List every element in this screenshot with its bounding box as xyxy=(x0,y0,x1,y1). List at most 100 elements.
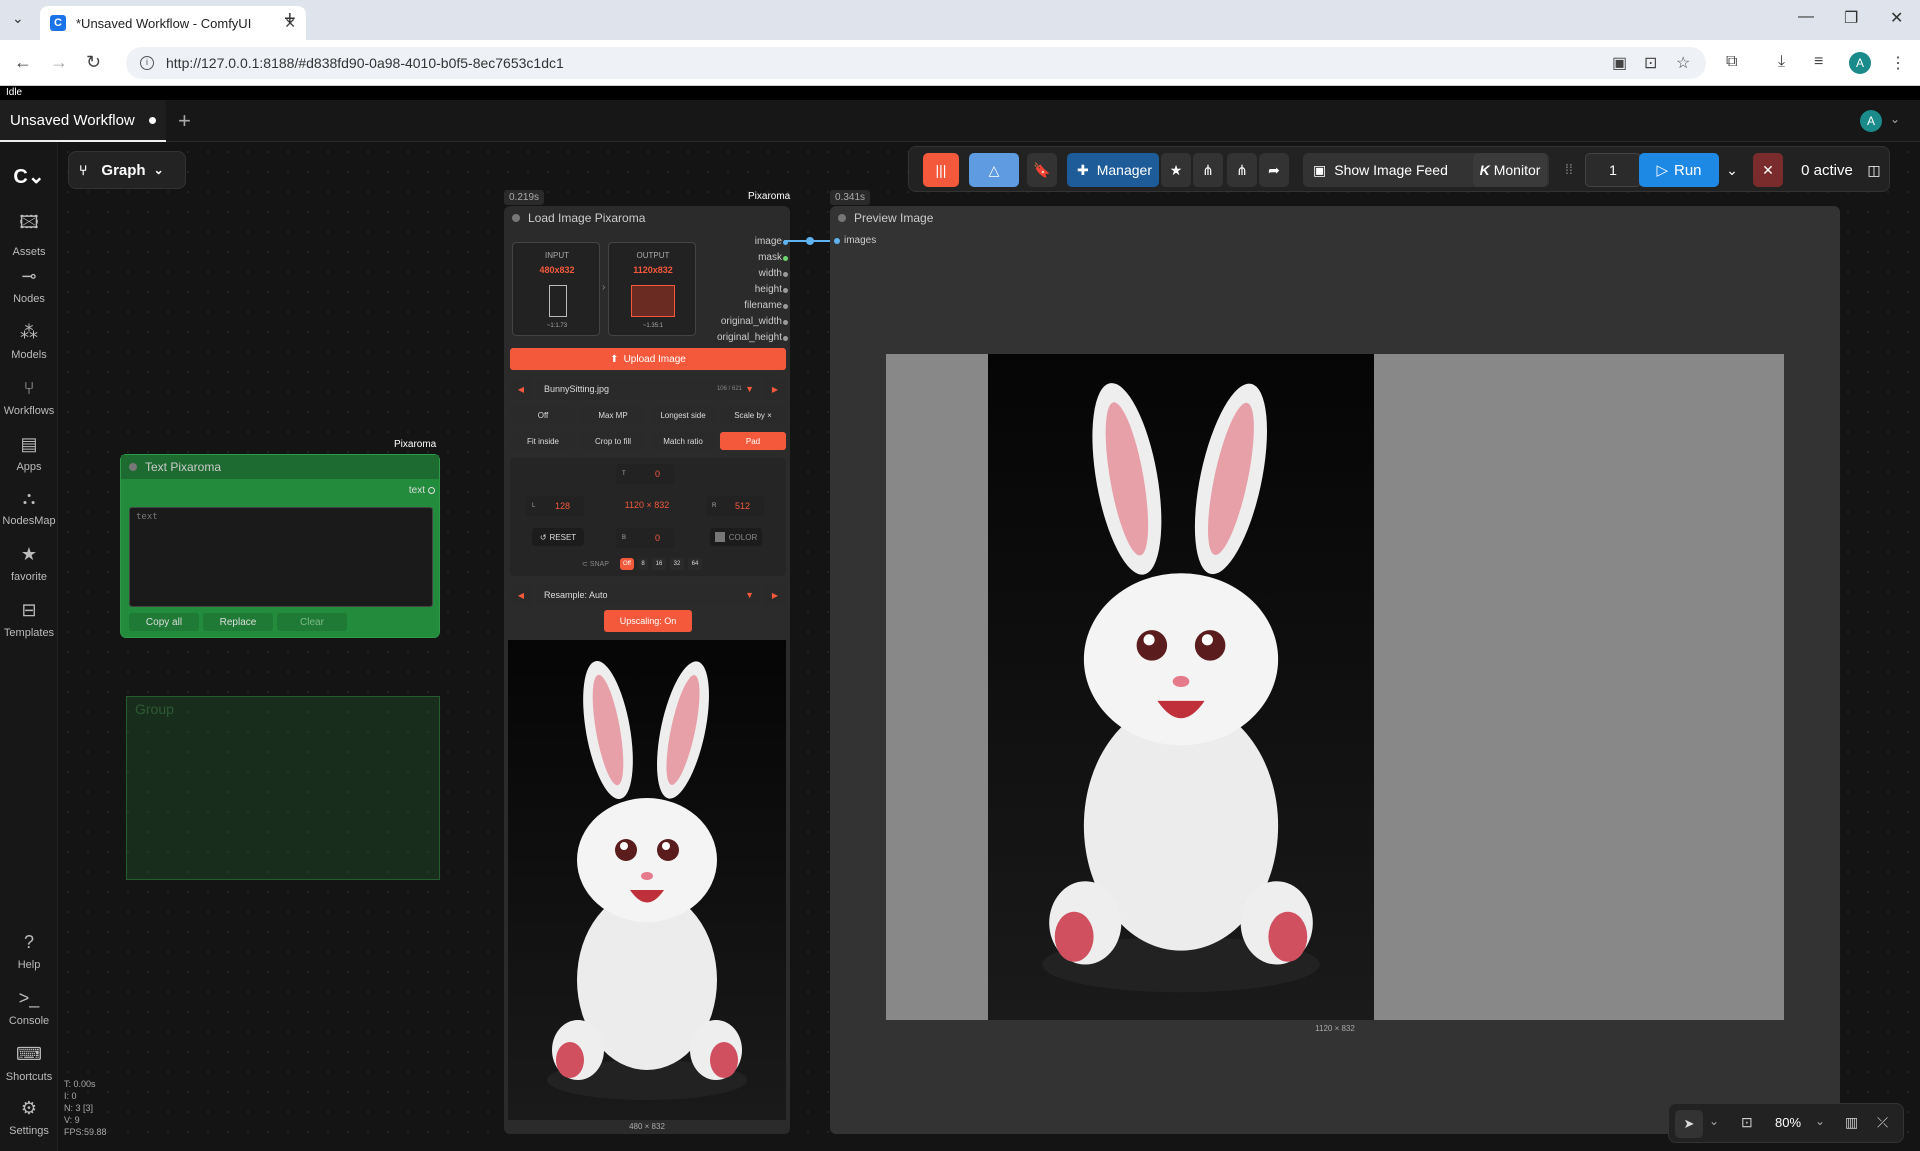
clear-button[interactable]: Clear xyxy=(277,613,347,631)
images-input-slot-icon[interactable] xyxy=(834,238,840,244)
user-menu-chevron-icon[interactable]: ⌄ xyxy=(1890,112,1900,126)
cast-icon[interactable]: ▣ xyxy=(1612,53,1627,73)
pad-left-input[interactable]: L 128 xyxy=(526,496,584,516)
sidebar-item-nodesmap[interactable]: ⛬ NodesMap xyxy=(0,488,58,527)
preview-image-node[interactable]: Preview Image images 1120 × 832 xyxy=(830,206,1840,1134)
mode-scale-by-button[interactable]: Scale by × xyxy=(720,406,786,424)
queue-active-button[interactable]: 0 active xyxy=(1791,153,1863,187)
load-image-pixaroma-node[interactable]: Load Image Pixaroma INPUT 480x832 ~1:1.7… xyxy=(504,206,790,1134)
fit-view-icon[interactable]: ⊡ xyxy=(1741,1114,1753,1131)
sidebar-item-assets[interactable]: 🖾 Assets xyxy=(0,210,58,258)
reload-icon[interactable]: ↻ xyxy=(86,52,101,73)
run-button[interactable]: ▷ Run xyxy=(1639,153,1719,187)
resample-select[interactable]: Resample: Auto ▼ xyxy=(536,584,760,606)
profile-avatar[interactable]: A xyxy=(1849,52,1871,74)
sidebar-item-apps[interactable]: ▤ Apps xyxy=(0,434,58,473)
restore-icon[interactable]: ❐ xyxy=(1844,8,1858,28)
browser-tab[interactable]: C *Unsaved Workflow - ComfyUI ✕ xyxy=(40,6,306,40)
original-height-slot-icon[interactable] xyxy=(783,336,788,341)
toggle-panel-icon[interactable]: ◫ xyxy=(1861,153,1887,187)
mode-longest-side-button[interactable]: Longest side xyxy=(650,406,716,424)
copy-all-button[interactable]: Copy all xyxy=(129,613,199,631)
minimap-icon[interactable]: ▥ xyxy=(1845,1114,1858,1131)
reset-button[interactable]: ↺ RESET xyxy=(532,528,584,546)
mask-slot-icon[interactable] xyxy=(783,256,788,261)
replace-button[interactable]: Replace xyxy=(203,613,273,631)
text-input[interactable]: text xyxy=(129,507,433,607)
node-title[interactable]: Preview Image xyxy=(830,206,1840,230)
sidebar-item-settings[interactable]: ⚙ Settings xyxy=(0,1098,58,1137)
downloads-icon[interactable]: ⤓ xyxy=(1778,53,1785,71)
manager-button[interactable]: ✚ Manager xyxy=(1067,153,1159,187)
minimize-icon[interactable]: — xyxy=(1798,8,1814,26)
batch-count-input[interactable]: 1 xyxy=(1585,153,1641,187)
graph-mode-button[interactable]: ⑂ Graph ⌄ xyxy=(68,151,186,189)
address-bar[interactable]: i http://127.0.0.1:8188/#d838fd90-0a98-4… xyxy=(126,47,1706,79)
sidebar-item-templates[interactable]: ⊟ Templates xyxy=(0,600,58,639)
sidebar-item-favorite[interactable]: ★ favorite xyxy=(0,544,58,583)
pixaroma-icon[interactable]: ||| xyxy=(923,153,959,187)
pad-right-input[interactable]: R 512 xyxy=(706,496,764,516)
tab-list-icon[interactable]: ⌄ xyxy=(12,10,24,27)
drag-handle-icon[interactable]: ⁞⁞ xyxy=(1565,161,1573,177)
site-info-icon[interactable]: i xyxy=(140,56,154,70)
cancel-icon[interactable]: ✕ xyxy=(1753,153,1783,187)
node-title[interactable]: Text Pixaroma xyxy=(121,455,439,479)
hide-links-icon[interactable]: ⤫ xyxy=(1877,1114,1888,1131)
sidebar-item-workflows[interactable]: ⑂ Workflows xyxy=(0,378,58,417)
output-slot-icon[interactable] xyxy=(428,487,435,494)
bookmark-star-icon[interactable]: ☆ xyxy=(1676,53,1690,73)
zoom-chevron-icon[interactable]: ⌄ xyxy=(1815,1114,1825,1128)
pad-top-input[interactable]: T0 xyxy=(616,464,674,484)
pad-color-button[interactable]: COLOR xyxy=(710,528,762,546)
mode-match-ratio-button[interactable]: Match ratio xyxy=(650,432,716,450)
pad-bottom-input[interactable]: B0 xyxy=(616,528,674,548)
bookmark-icon[interactable]: 🔖 xyxy=(1027,153,1057,187)
menu-icon[interactable]: ⋮ xyxy=(1890,53,1906,73)
mode-maxmp-button[interactable]: Max MP xyxy=(580,406,646,424)
prev-file-icon[interactable]: ◀ xyxy=(510,378,532,400)
next-resample-icon[interactable]: ▶ xyxy=(764,584,786,606)
link-midpoint-icon[interactable] xyxy=(806,237,814,245)
snap-8-button[interactable]: 8 xyxy=(638,558,648,570)
select-tool-icon[interactable]: ➤ xyxy=(1675,1110,1703,1138)
prev-resample-icon[interactable]: ◀ xyxy=(510,584,532,606)
comfy-logo-icon[interactable]: C⌄ xyxy=(0,164,58,195)
snap-64-button[interactable]: 64 xyxy=(688,558,702,570)
upload-image-button[interactable]: ⬆ Upload Image xyxy=(510,348,786,370)
new-workflow-icon[interactable]: + xyxy=(178,108,191,134)
original-width-slot-icon[interactable] xyxy=(783,320,788,325)
mode-fit-inside-button[interactable]: Fit inside xyxy=(510,432,576,450)
node-title[interactable]: Load Image Pixaroma xyxy=(504,206,790,230)
monitor-button[interactable]: K Monitor xyxy=(1473,153,1547,187)
run-options-chevron-icon[interactable]: ⌄ xyxy=(1721,153,1743,187)
media-icon[interactable]: ≡ xyxy=(1814,53,1823,71)
snap-32-button[interactable]: 32 xyxy=(670,558,684,570)
sidebar-item-console[interactable]: >_ Console xyxy=(0,988,58,1027)
brand-logo-icon[interactable]: △ xyxy=(969,153,1019,187)
mode-off-button[interactable]: Off xyxy=(510,406,576,424)
sidebar-item-shortcuts[interactable]: ⌨ Shortcuts xyxy=(0,1044,58,1083)
sidebar-item-models[interactable]: ⁂ Models xyxy=(0,322,58,361)
tool-chevron-icon[interactable]: ⌄ xyxy=(1709,1114,1719,1128)
sidebar-item-help[interactable]: ? Help xyxy=(0,932,58,971)
next-file-icon[interactable]: ▶ xyxy=(764,378,786,400)
share-icon[interactable]: ➦ xyxy=(1259,153,1289,187)
text-pixaroma-node[interactable]: Text Pixaroma text text Copy all Replace… xyxy=(120,454,440,638)
star-icon[interactable]: ★ xyxy=(1161,153,1191,187)
width-slot-icon[interactable] xyxy=(783,272,788,277)
height-slot-icon[interactable] xyxy=(783,288,788,293)
mode-pad-button[interactable]: Pad xyxy=(720,432,786,450)
extensions-icon[interactable]: ⧉ xyxy=(1726,53,1737,71)
new-tab-icon[interactable]: + xyxy=(284,8,296,31)
filename-slot-icon[interactable] xyxy=(783,304,788,309)
user-avatar[interactable]: A xyxy=(1860,110,1882,132)
group-box[interactable]: Group xyxy=(126,696,440,880)
upscaling-toggle[interactable]: Upscaling: On xyxy=(604,610,692,632)
zoom-level[interactable]: 80% xyxy=(1775,1115,1801,1130)
close-window-icon[interactable]: ✕ xyxy=(1890,8,1903,28)
workflow-tab[interactable]: Unsaved Workflow xyxy=(0,100,166,142)
mode-crop-fill-button[interactable]: Crop to fill xyxy=(580,432,646,450)
snap-off-button[interactable]: Off xyxy=(620,558,634,570)
tool-a-icon[interactable]: ⋔ xyxy=(1193,153,1223,187)
